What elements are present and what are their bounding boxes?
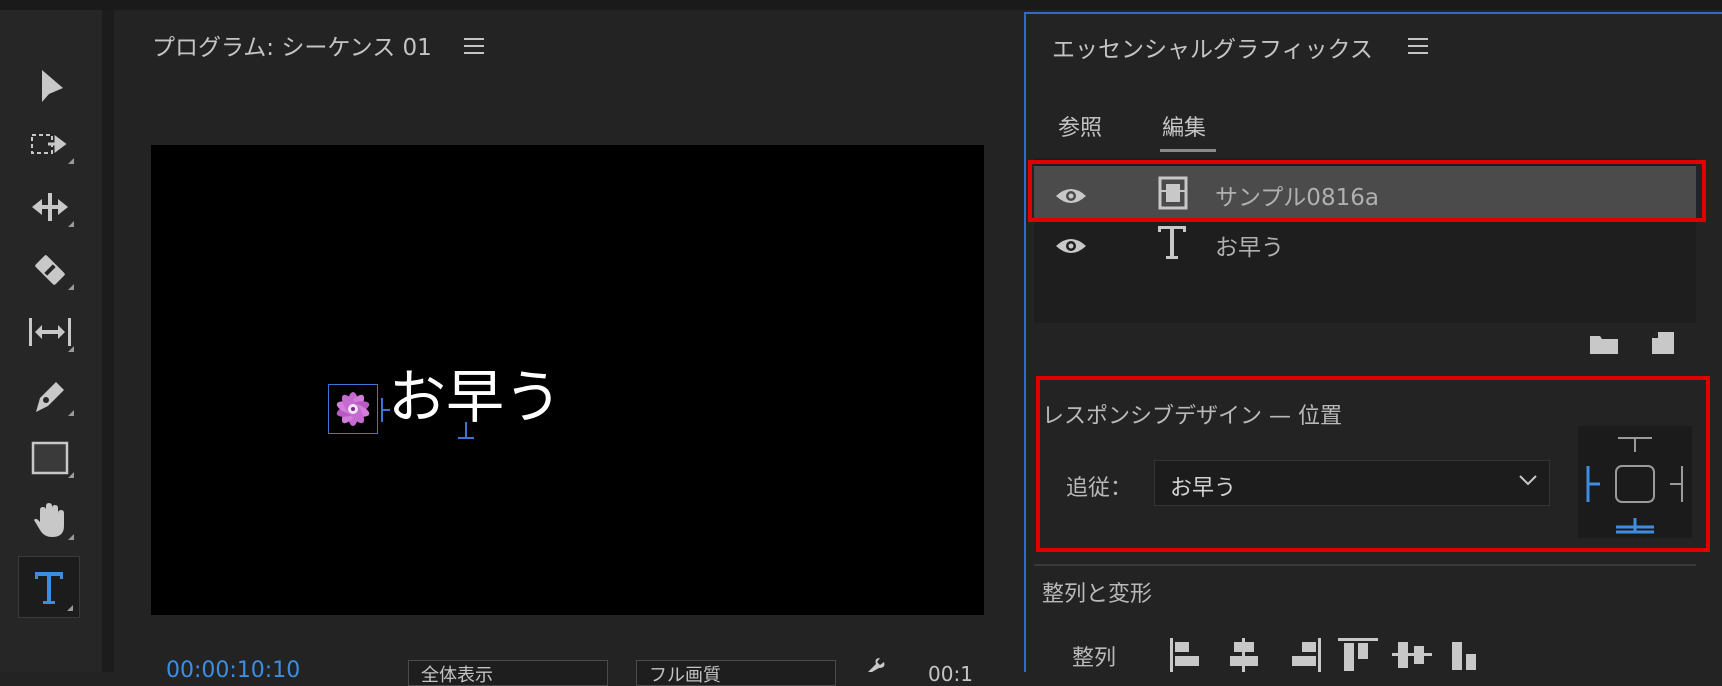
hamburger-menu-icon[interactable] (464, 38, 484, 54)
tools-panel (0, 10, 102, 672)
layer-name: お早う (1215, 235, 1284, 261)
slip-icon (29, 318, 71, 346)
layer-row[interactable] (1034, 218, 1696, 270)
new-group-icon[interactable] (1588, 332, 1620, 356)
top-bar (0, 0, 1722, 10)
type-icon (35, 572, 63, 604)
align-right-icon[interactable] (1292, 638, 1321, 672)
type-tool[interactable] (18, 556, 80, 618)
flower-image-layer[interactable] (328, 384, 378, 434)
align-transform-heading: 整列と変形 (1042, 582, 1153, 607)
essential-graphics-title[interactable]: エッセンシャルグラフィックス (1052, 30, 1373, 64)
text-layer-icon (1158, 226, 1186, 259)
zoom-level-select[interactable]: 全体表示 (408, 660, 608, 686)
selection-tool[interactable] (20, 60, 80, 112)
wrench-icon[interactable] (864, 658, 892, 672)
track-select-icon (31, 134, 67, 154)
align-top-icon[interactable] (1338, 638, 1378, 671)
align-center-vertical-icon[interactable] (1392, 642, 1432, 668)
rectangle-icon (31, 441, 69, 475)
ripple-edit-tool[interactable] (20, 181, 80, 233)
align-buttons (1170, 638, 1476, 672)
razor-tool[interactable] (20, 244, 80, 296)
section-divider (1034, 564, 1696, 566)
align-bottom-icon[interactable] (1452, 642, 1476, 670)
highlight-box (1036, 376, 1710, 552)
playback-resolution-select[interactable]: フル画質 (636, 660, 836, 686)
pen-tool[interactable] (20, 370, 80, 422)
hamburger-menu-icon[interactable] (1408, 38, 1428, 54)
new-layer-icon[interactable] (1648, 330, 1676, 356)
pen-icon (36, 382, 64, 412)
align-label: 整列 (1072, 646, 1117, 671)
align-left-icon[interactable] (1170, 638, 1199, 672)
rectangle-tool[interactable] (20, 432, 80, 484)
flower-image (336, 392, 370, 426)
ripple-edit-icon (32, 193, 68, 221)
video-preview[interactable] (151, 145, 984, 615)
eye-icon[interactable] (1054, 234, 1088, 258)
text-layer-preview[interactable]: お早う (388, 368, 562, 426)
razor-icon (35, 255, 65, 285)
active-tab-indicator (1160, 149, 1216, 152)
arrow-icon (42, 70, 63, 102)
tab-edit[interactable]: 編集 (1162, 110, 1206, 142)
slip-tool[interactable] (20, 306, 80, 358)
playhead-timecode[interactable]: 00:00:10:10 (166, 658, 300, 683)
track-select-tool[interactable] (20, 118, 80, 170)
tab-browse[interactable]: 参照 (1058, 110, 1102, 142)
panel-divider (102, 10, 114, 672)
hand-icon (34, 503, 64, 537)
hand-tool[interactable] (20, 494, 80, 546)
duration-readout: 00:1 (928, 662, 973, 686)
align-center-horizontal-icon[interactable] (1230, 638, 1258, 672)
program-monitor-title[interactable]: プログラム: シーケンス 01 (152, 28, 432, 62)
highlight-box (1028, 160, 1706, 222)
